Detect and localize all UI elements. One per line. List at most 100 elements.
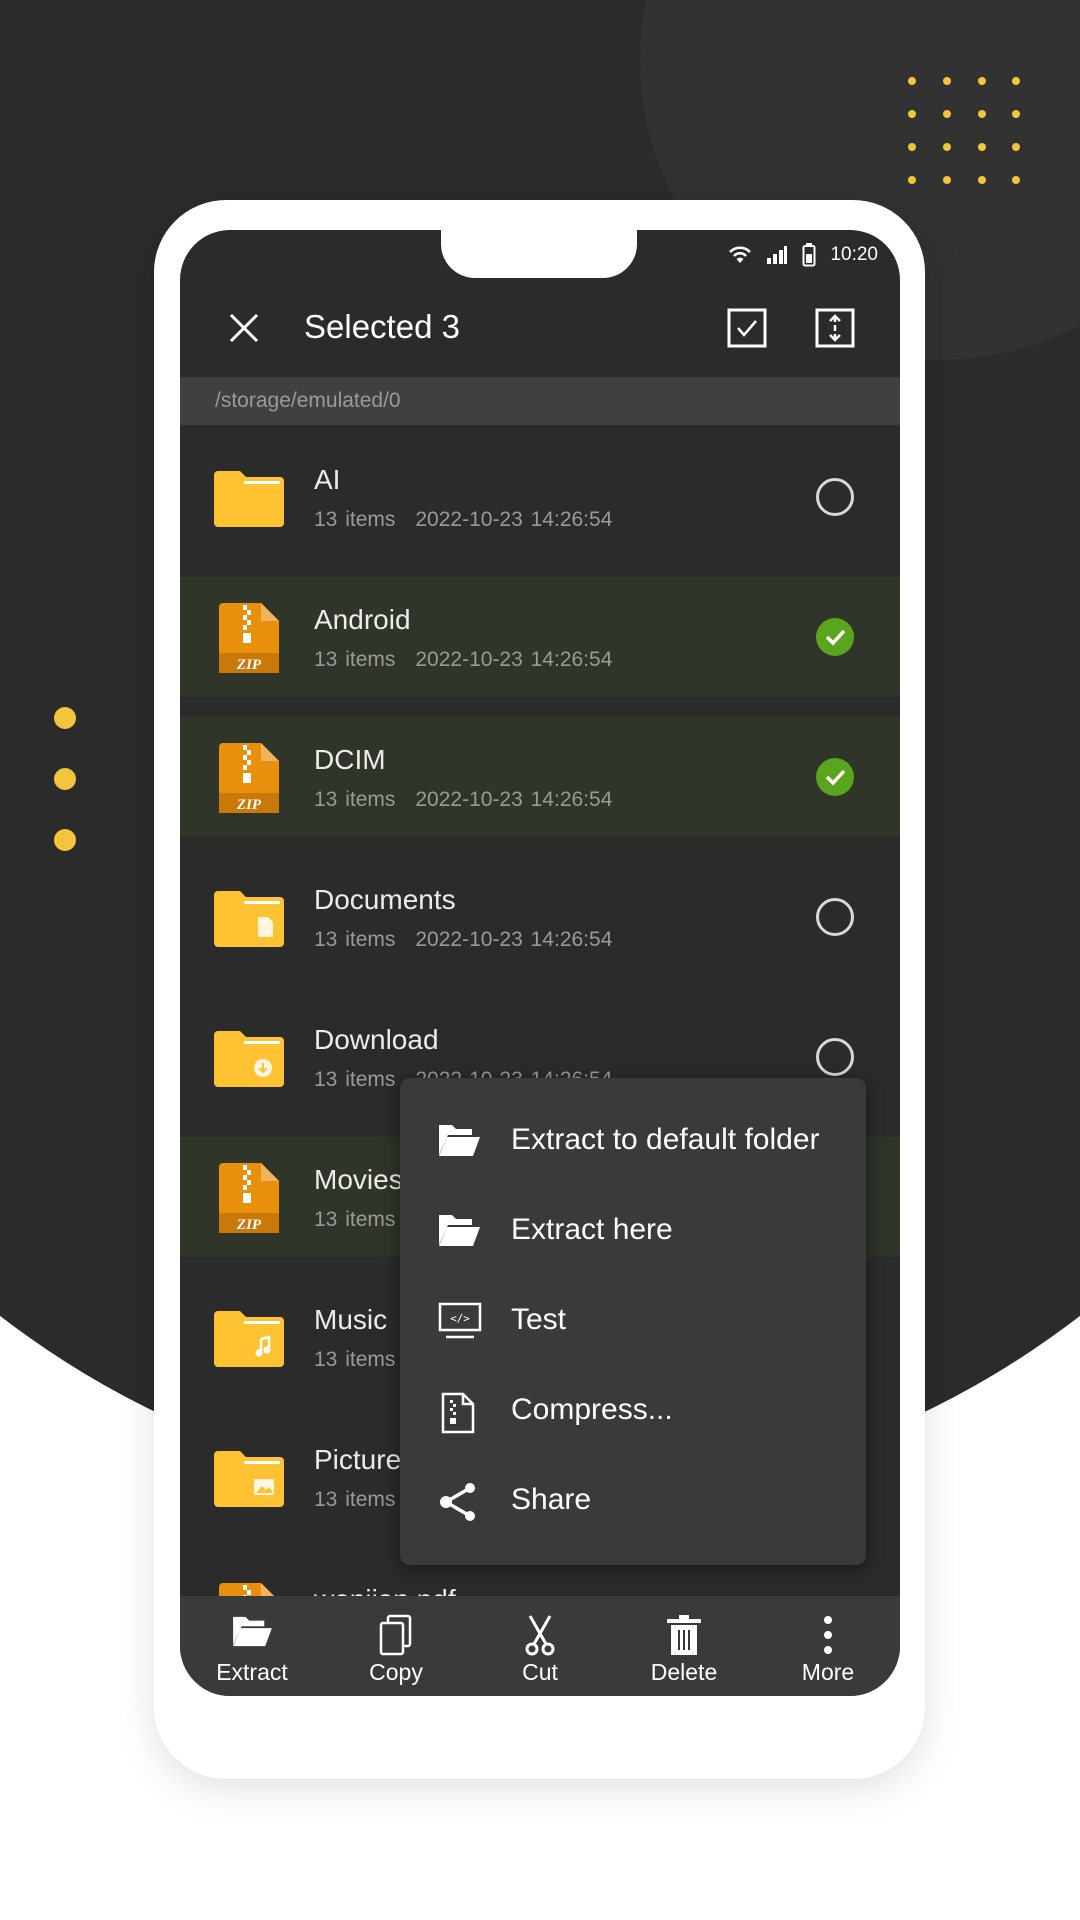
file-name: Documents [314, 884, 456, 915]
unchecked-circle-icon[interactable] [816, 1038, 854, 1076]
file-meta: 13 items 2022-10-23 14:26:54 [314, 508, 612, 532]
folder-image-icon [214, 1447, 284, 1509]
modified-date: 2022-10-23 14:26:54 [415, 508, 613, 531]
file-name: Download [314, 1024, 439, 1055]
item-count: 13 items [314, 1068, 396, 1091]
svg-text:ZIP: ZIP [236, 1217, 262, 1233]
file-row[interactable]: ZIP Android 13 items 2022-10-23 14:26:54 [180, 577, 900, 697]
decorative-dot [908, 110, 916, 118]
menu-item-label: Share [511, 1483, 592, 1516]
item-count: 13 items [314, 1348, 396, 1371]
status-bar: 10:20 [728, 242, 878, 268]
bottom-button-more[interactable]: More [756, 1596, 900, 1696]
decorative-dot [908, 77, 916, 85]
scissors-icon [525, 1615, 555, 1656]
unchecked-circle-icon[interactable] [816, 478, 854, 516]
menu-item[interactable]: Extract here [400, 1186, 866, 1276]
bottom-action-bar: Extract Copy Cut Delete More [180, 1596, 900, 1696]
file-row[interactable]: Documents 13 items 2022-10-23 14:26:54 [180, 857, 900, 977]
file-name: Android [314, 604, 411, 635]
bottom-button-label: Delete [650, 1659, 718, 1685]
file-name: Movies [314, 1164, 403, 1195]
bottom-button-label: Copy [369, 1659, 423, 1685]
checked-icon[interactable] [816, 758, 854, 796]
file-meta: 13 items 2022-10-23 14:26:54 [314, 788, 612, 812]
file-name: AI [314, 464, 341, 495]
modified-date: 2022-10-23 14:26:54 [415, 928, 613, 951]
item-count: 13 items [314, 928, 396, 951]
bottom-button-label: Extract [216, 1659, 288, 1685]
file-name: Music [314, 1304, 388, 1335]
decorative-dot [943, 110, 951, 118]
file-row[interactable]: ZIP DCIM 13 items 2022-10-23 14:26:54 [180, 717, 900, 837]
menu-item[interactable]: Compress... [400, 1366, 866, 1456]
bottom-button-label: More [801, 1659, 855, 1685]
decorative-dot [908, 143, 916, 151]
item-count: 13 items [314, 1208, 396, 1231]
phone-screen: 10:20 Selected 3 /storage/emulated/0 AI … [180, 230, 900, 1696]
select-range-icon[interactable] [815, 308, 855, 348]
bottom-button-label: Cut [522, 1659, 558, 1685]
close-icon[interactable] [224, 308, 264, 348]
decorative-dot [54, 829, 76, 851]
decorative-dot [54, 768, 76, 790]
select-all-icon[interactable] [727, 308, 767, 348]
menu-item[interactable]: Share [400, 1456, 866, 1546]
decorative-dot [978, 110, 986, 118]
battery-icon [802, 243, 816, 267]
decorative-dot [943, 143, 951, 151]
bottom-button-cut[interactable]: Cut [468, 1596, 612, 1696]
decorative-dot [54, 707, 76, 729]
folder-open-icon [233, 1616, 272, 1647]
page-title: Selected 3 [304, 308, 460, 345]
menu-item[interactable]: Extract to default folder [400, 1096, 866, 1186]
menu-item[interactable]: </> Test [400, 1276, 866, 1366]
more-vertical-icon [824, 1616, 832, 1654]
wifi-icon [729, 246, 752, 263]
svg-text:</>: </> [450, 1312, 470, 1325]
trash-icon [667, 1615, 701, 1655]
decorative-dot [943, 77, 951, 85]
folder-document-icon [214, 887, 284, 949]
bottom-button-copy[interactable]: Copy [324, 1596, 468, 1696]
signal-icon [767, 246, 788, 264]
status-time: 10:20 [830, 244, 878, 265]
modified-date: 2022-10-23 14:26:54 [415, 788, 613, 811]
decorative-dot [978, 143, 986, 151]
menu-item-label: Extract to default folder [511, 1123, 820, 1156]
item-count: 13 items [314, 648, 396, 671]
decorative-dot [1012, 143, 1020, 151]
copy-icon [379, 1614, 412, 1656]
context-menu: Extract to default folder Extract here </>… [400, 1078, 866, 1565]
decorative-dot [1012, 77, 1020, 85]
svg-text:ZIP: ZIP [236, 797, 262, 813]
item-count: 13 items [314, 508, 396, 531]
modified-date: 2022-10-23 14:26:54 [415, 648, 613, 671]
selection-toolbar: Selected 3 [180, 278, 900, 377]
folder-download-icon [214, 1027, 284, 1089]
zip-icon: ZIP [214, 1163, 284, 1233]
zip-icon: ZIP [214, 603, 284, 673]
decorative-dot [1012, 176, 1020, 184]
decorative-dot [943, 176, 951, 184]
unchecked-circle-icon[interactable] [816, 898, 854, 936]
menu-item-label: Test [511, 1303, 567, 1336]
decorative-dot [908, 176, 916, 184]
bottom-button-delete[interactable]: Delete [612, 1596, 756, 1696]
file-name: DCIM [314, 744, 386, 775]
checked-icon[interactable] [816, 618, 854, 656]
svg-text:ZIP: ZIP [236, 657, 262, 673]
zip-icon: ZIP [214, 743, 284, 813]
bottom-button-extract[interactable]: Extract [180, 1596, 324, 1696]
notch [441, 230, 637, 278]
item-count: 13 items [314, 1488, 396, 1511]
folder-music-icon [214, 1307, 284, 1369]
decorative-dot [978, 77, 986, 85]
decorative-dot [978, 176, 986, 184]
file-row[interactable]: AI 13 items 2022-10-23 14:26:54 [180, 437, 900, 557]
file-meta: 13 items 2022-10-23 14:26:54 [314, 648, 612, 672]
item-count: 13 items [314, 788, 396, 811]
breadcrumb-path[interactable]: /storage/emulated/0 [180, 377, 900, 425]
file-meta: 13 items 2022-10-23 14:26:54 [314, 928, 612, 952]
menu-item-label: Compress... [511, 1393, 673, 1426]
